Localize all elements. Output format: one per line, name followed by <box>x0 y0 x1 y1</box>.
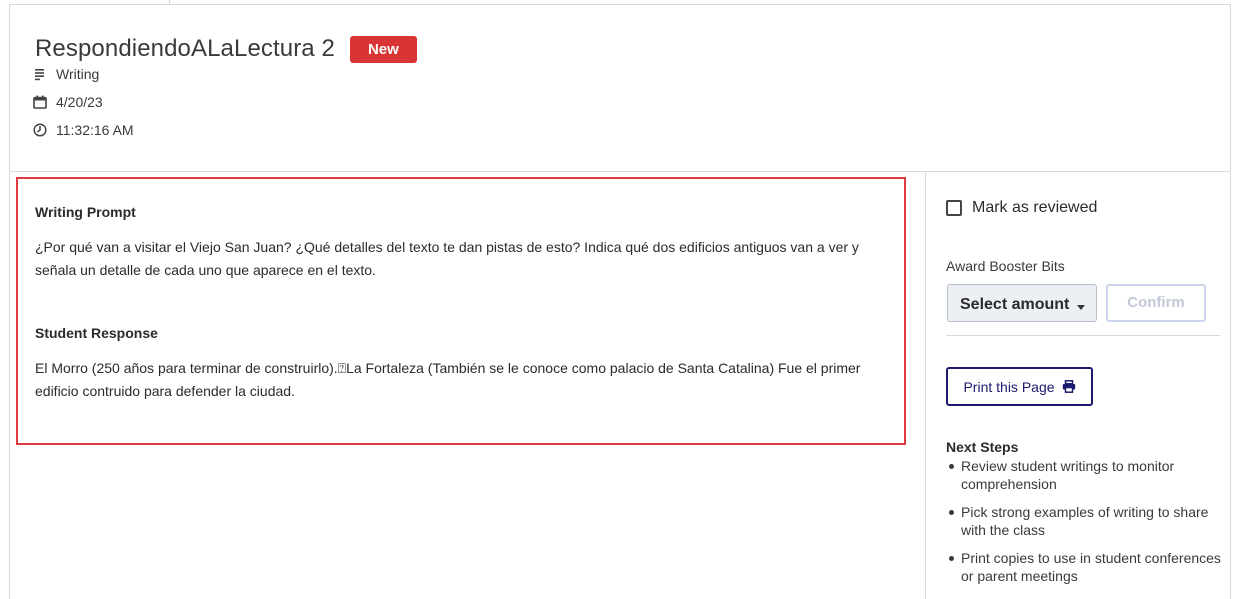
writing-prompt-heading: Writing Prompt <box>35 204 136 220</box>
meta-time-text: 11:32:16 AM <box>56 122 134 138</box>
sidebar-rule <box>946 335 1220 336</box>
new-badge: New <box>349 35 417 63</box>
print-page-button[interactable]: Print this Page <box>946 367 1093 406</box>
meta-date-text: 4/20/23 <box>56 94 103 110</box>
meta-date: 4/20/23 <box>33 94 103 110</box>
printer-icon <box>1062 380 1076 393</box>
list-item: Print copies to use in student conferenc… <box>946 549 1221 585</box>
meta-type: Writing <box>33 66 99 82</box>
calendar-icon <box>33 95 47 109</box>
sidebar-divider <box>925 172 926 599</box>
writing-prompt-text: ¿Por qué van a visitar el Viejo San Juan… <box>35 239 859 278</box>
list-item: Pick strong examples of writing to share… <box>946 503 1221 539</box>
list-icon <box>33 67 47 81</box>
list-item: Review student writings to monitor compr… <box>946 457 1221 493</box>
assignment-header: RespondiendoALaLectura 2 New <box>10 5 1230 172</box>
title-row: RespondiendoALaLectura 2 New <box>35 35 417 63</box>
clock-icon <box>33 123 47 137</box>
page-title: RespondiendoALaLectura 2 <box>35 35 335 62</box>
student-response-text: El Morro (250 años para terminar de cons… <box>35 360 861 399</box>
mark-reviewed-checkbox[interactable] <box>946 200 962 216</box>
booster-amount-value: Select amount <box>960 296 1070 313</box>
caret-down-icon <box>1077 305 1085 310</box>
writing-response-panel: Writing Prompt ¿Por qué van a visitar el… <box>16 177 906 445</box>
meta-type-text: Writing <box>56 66 100 82</box>
next-steps-title: Next Steps <box>946 439 1019 455</box>
next-steps-list: Review student writings to monitor compr… <box>946 457 1221 595</box>
award-booster-bits-label: Award Booster Bits <box>946 258 1065 274</box>
student-response-heading: Student Response <box>35 325 158 341</box>
mark-reviewed-label: Mark as reviewed <box>972 199 1098 216</box>
confirm-button[interactable]: Confirm <box>1106 284 1206 322</box>
print-page-label: Print this Page <box>963 378 1055 395</box>
meta-time: 11:32:16 AM <box>33 122 134 138</box>
booster-amount-select[interactable]: Select amount <box>947 284 1097 322</box>
mark-reviewed-control[interactable]: Mark as reviewed <box>946 199 1097 217</box>
